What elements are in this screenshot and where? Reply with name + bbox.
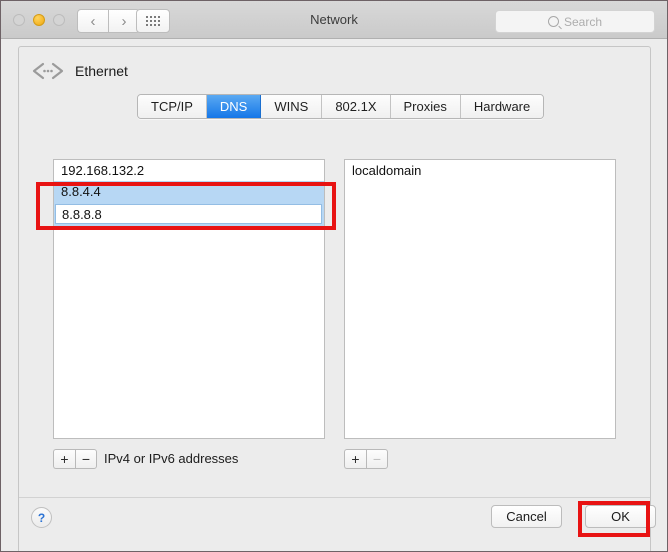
search-domains-list[interactable]: localdomain [344, 159, 616, 439]
search-placeholder: Search [564, 15, 602, 29]
tab-8021x[interactable]: 802.1X [322, 95, 390, 118]
remove-dns-server-button[interactable]: − [75, 449, 97, 469]
footer-divider [19, 497, 650, 498]
tab-hardware[interactable]: Hardware [461, 95, 543, 118]
add-search-domain-button[interactable]: + [344, 449, 366, 469]
add-dns-server-button[interactable]: + [53, 449, 75, 469]
settings-tab-bar: TCP/IP DNS WINS 802.1X Proxies Hardware [137, 94, 544, 119]
dns-server-row[interactable]: 8.8.8.8 [54, 202, 324, 226]
dns-servers-hint: IPv4 or IPv6 addresses [104, 451, 238, 466]
dns-settings-sheet: Ethernet TCP/IP DNS WINS 802.1X Proxies … [18, 46, 651, 551]
dns-server-row[interactable]: 8.8.4.4 [54, 181, 324, 202]
search-field[interactable]: Search [495, 10, 655, 33]
remove-search-domain-button: − [366, 449, 388, 469]
dns-server-edit-input[interactable]: 8.8.8.8 [55, 204, 322, 224]
dns-servers-list[interactable]: 192.168.132.2 8.8.4.4 8.8.8.8 [53, 159, 325, 439]
search-domains-add-remove-group: + − [344, 449, 388, 469]
tab-wins[interactable]: WINS [261, 95, 322, 118]
search-domain-row[interactable]: localdomain [345, 160, 615, 181]
tab-dns[interactable]: DNS [207, 95, 261, 118]
network-preferences-window: ‹ › Network Search Ethernet [0, 0, 668, 552]
tab-tcpip[interactable]: TCP/IP [138, 95, 207, 118]
tab-proxies[interactable]: Proxies [391, 95, 461, 118]
dns-server-row[interactable]: 192.168.132.2 [54, 160, 324, 181]
window-titlebar: ‹ › Network Search [1, 1, 667, 39]
ethernet-icon [31, 61, 65, 81]
interface-name: Ethernet [75, 63, 128, 79]
cancel-button[interactable]: Cancel [491, 505, 562, 528]
ok-button[interactable]: OK [585, 505, 656, 528]
interface-header: Ethernet [31, 61, 128, 81]
search-icon [548, 16, 559, 27]
help-button[interactable]: ? [31, 507, 52, 528]
dns-servers-add-remove-group: + − [53, 449, 97, 469]
